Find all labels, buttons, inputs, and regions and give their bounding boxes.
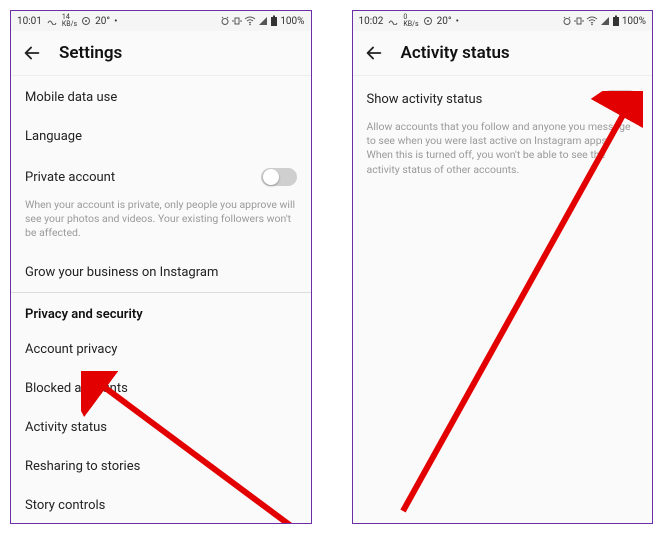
status-battery: 100% bbox=[280, 16, 304, 27]
signal-icon bbox=[258, 16, 268, 26]
status-temp: 20° bbox=[437, 16, 452, 27]
alarm-icon bbox=[562, 16, 572, 26]
row-grow-business[interactable]: Grow your business on Instagram bbox=[11, 253, 311, 292]
row-account-privacy[interactable]: Account privacy bbox=[11, 330, 311, 369]
app-bar: Settings bbox=[11, 31, 311, 76]
private-account-toggle[interactable] bbox=[261, 168, 297, 186]
status-net: 0 KB/s bbox=[403, 14, 418, 28]
status-time: 10:02 bbox=[359, 16, 384, 27]
alarm-icon bbox=[220, 16, 230, 26]
row-story-controls[interactable]: Story controls bbox=[11, 486, 311, 523]
row-resharing-stories[interactable]: Resharing to stories bbox=[11, 447, 311, 486]
vibrate-icon bbox=[232, 16, 242, 26]
phone-activity-status: 10:02 0 KB/s 20° • 100% Activi bbox=[352, 10, 654, 524]
battery-icon bbox=[270, 15, 278, 27]
status-time: 10:01 bbox=[17, 16, 42, 27]
show-activity-toggle[interactable] bbox=[602, 90, 638, 108]
wifi-icon bbox=[244, 16, 256, 26]
signal-icon bbox=[600, 16, 610, 26]
settings-mini-icon bbox=[423, 16, 433, 26]
back-arrow-icon[interactable] bbox=[363, 42, 385, 64]
wifi-icon bbox=[586, 16, 598, 26]
row-show-activity-status[interactable]: Show activity status bbox=[353, 76, 653, 120]
page-title: Activity status bbox=[401, 43, 510, 63]
page-title: Settings bbox=[59, 43, 122, 63]
settings-content: Mobile data use Language Private account… bbox=[11, 76, 311, 523]
settings-mini-icon bbox=[81, 16, 91, 26]
activity-content: Show activity status Allow accounts that… bbox=[353, 76, 653, 523]
row-language[interactable]: Language bbox=[11, 117, 311, 156]
private-account-description: When your account is private, only peopl… bbox=[11, 198, 311, 253]
app-bar: Activity status bbox=[353, 31, 653, 76]
status-bar: 10:02 0 KB/s 20° • 100% bbox=[353, 11, 653, 31]
row-mobile-data[interactable]: Mobile data use bbox=[11, 76, 311, 117]
row-blocked-accounts[interactable]: Blocked accounts bbox=[11, 369, 311, 408]
row-private-account[interactable]: Private account bbox=[11, 156, 311, 198]
status-temp: 20° bbox=[95, 16, 110, 27]
row-activity-status[interactable]: Activity status bbox=[11, 408, 311, 447]
status-net: 14 KB/s bbox=[62, 14, 77, 28]
status-bar: 10:01 14 KB/s 20° • 100% bbox=[11, 11, 311, 31]
status-battery: 100% bbox=[622, 16, 646, 27]
battery-icon bbox=[612, 15, 620, 27]
vibrate-icon bbox=[574, 16, 584, 26]
back-arrow-icon[interactable] bbox=[21, 42, 43, 64]
activity-description: Allow accounts that you follow and anyon… bbox=[353, 120, 653, 189]
section-privacy-security: Privacy and security bbox=[11, 292, 311, 330]
phone-settings: 10:01 14 KB/s 20° • 100% Setti bbox=[10, 10, 312, 524]
